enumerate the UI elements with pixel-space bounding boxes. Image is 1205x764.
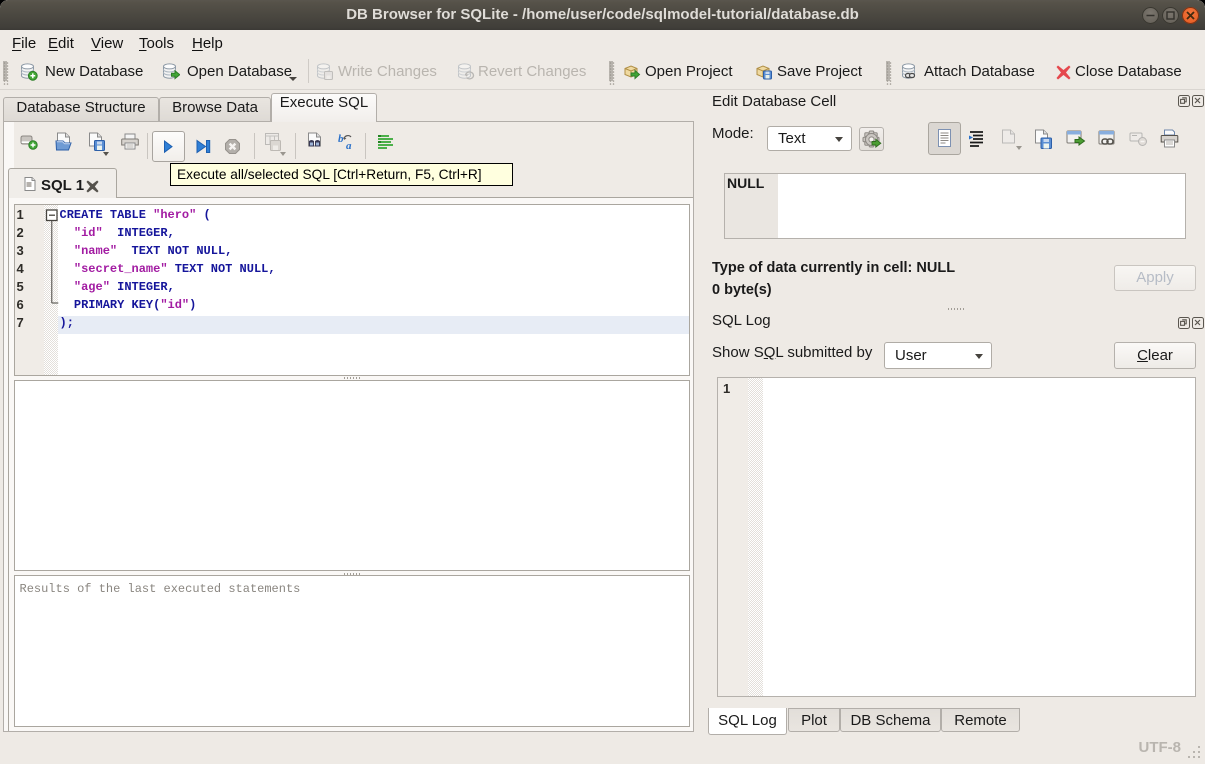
svg-text:a: a — [346, 140, 352, 151]
svg-text:b: b — [338, 133, 344, 145]
